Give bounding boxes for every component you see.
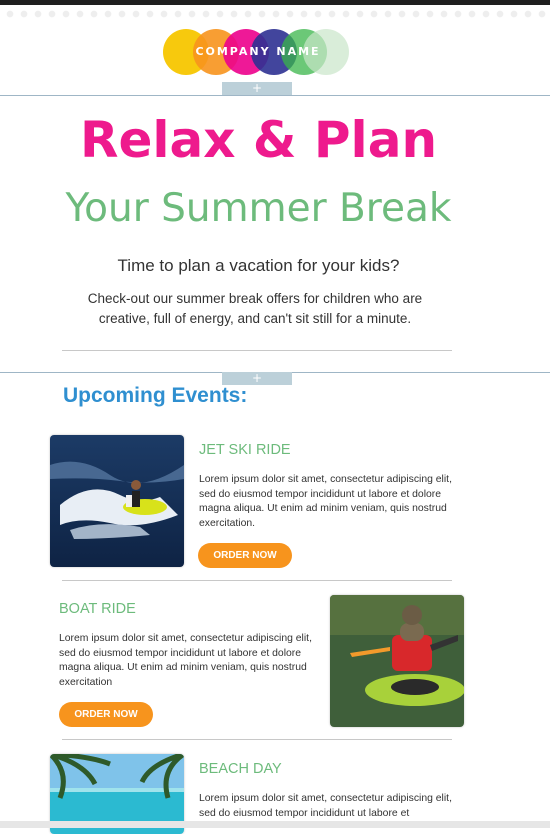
events-heading: Upcoming Events: bbox=[63, 384, 248, 407]
block-divider bbox=[0, 95, 550, 96]
jet-ski-image bbox=[50, 435, 184, 567]
kayak-photo bbox=[330, 595, 464, 727]
event-description: Lorem ipsum dolor sit amet, consectetur … bbox=[59, 633, 312, 689]
decorative-dot-band bbox=[0, 5, 550, 21]
separator bbox=[62, 580, 452, 581]
jet-ski-photo bbox=[50, 435, 184, 567]
hero-headline: Relax & Plan bbox=[79, 111, 438, 169]
event-description: Lorem ipsum dolor sit amet, consectetur … bbox=[199, 474, 452, 530]
event-title: JET SKI RIDE bbox=[199, 442, 291, 458]
hero-tagline: Time to plan a vacation for your kids? bbox=[117, 256, 400, 275]
hero-subheadline: Your Summer Break bbox=[65, 186, 452, 231]
hero-description: Check-out our summer break offers for ch… bbox=[87, 291, 423, 326]
bottom-scroll-area bbox=[0, 821, 550, 828]
event-title: BEACH DAY bbox=[199, 761, 282, 777]
order-now-button[interactable]: ORDER NOW bbox=[59, 702, 153, 727]
event-description: Lorem ipsum dolor sit amet, consectetur … bbox=[199, 793, 452, 819]
order-now-button[interactable]: ORDER NOW bbox=[198, 543, 292, 568]
kayak-image bbox=[330, 595, 464, 727]
separator bbox=[62, 739, 452, 740]
add-block-button[interactable]: + bbox=[222, 82, 292, 95]
separator bbox=[62, 350, 452, 351]
logo-text: COMPANY NAME bbox=[195, 45, 321, 58]
company-logo[interactable]: COMPANY NAME bbox=[163, 29, 353, 75]
event-title: BOAT RIDE bbox=[59, 601, 136, 617]
